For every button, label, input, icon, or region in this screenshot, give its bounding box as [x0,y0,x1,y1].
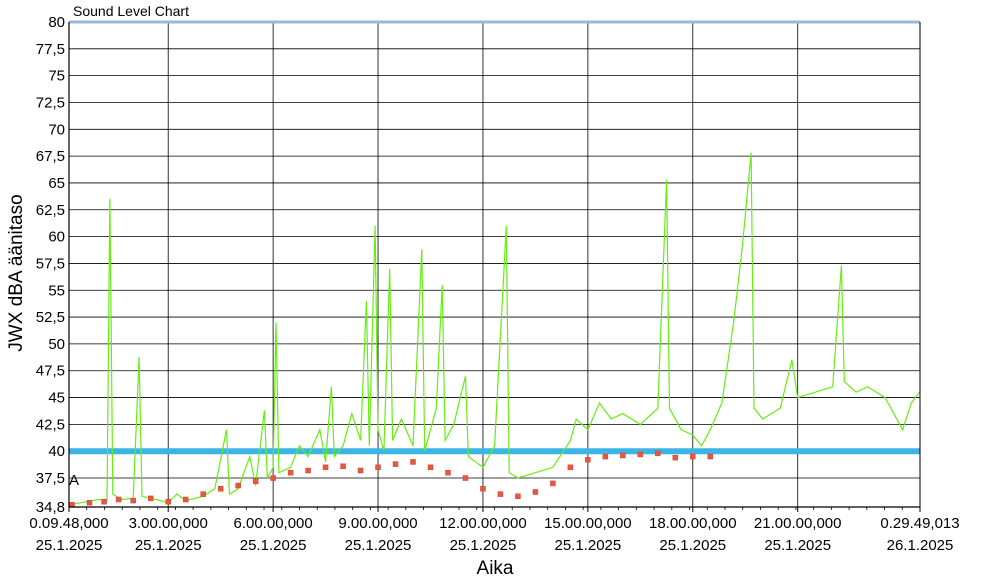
level-marker-point [602,453,609,460]
level-marker-point [252,478,259,484]
x-tick-label: 9.00.00,000 [338,515,417,532]
x-axis-title: Aika [477,558,514,579]
y-tick-label: 65 [48,175,65,192]
level-marker-point [86,499,93,506]
level-marker-point [410,459,416,465]
level-marker-point [165,498,171,505]
level-marker-point [620,452,626,459]
x-tick-label: 21.00.00,000 [754,515,842,532]
x-tick-label: 6.00.00,000 [233,515,312,532]
x-tick-date-label: 26.1.2025 [887,537,954,554]
y-tick-label: 37,5 [36,470,65,487]
level-marker-point [707,453,714,460]
level-marker-point [375,464,381,471]
x-tick-date-label: 25.1.2025 [36,537,103,554]
level-marker-point [445,469,451,476]
x-tick-label: 18.00.00,000 [649,515,737,532]
y-tick-label: 57,5 [36,255,65,272]
x-tick-date-label: 25.1.2025 [764,537,831,554]
x-tick-date-label: 25.1.2025 [555,537,622,554]
y-tick-label: 52,5 [36,309,65,326]
level-marker-point [462,475,469,481]
y-tick-label: 42,5 [36,416,65,433]
y-tick-label: 34,8 [36,499,65,516]
plot-area [69,22,920,507]
level-marker-point [672,454,679,461]
level-marker-point [690,453,696,460]
annotation-label: A [69,472,79,489]
y-tick-label: 40 [48,443,65,460]
y-tick-label: 60 [48,229,65,246]
x-tick-date-label: 25.1.2025 [345,537,412,554]
level-marker-point [147,495,154,502]
y-tick-label: 75 [48,68,65,85]
level-marker-point [515,493,521,500]
level-marker-point [182,496,189,503]
x-tick-date-label: 25.1.2025 [240,537,307,554]
x-tick-label: 0.29.49,013 [880,515,959,532]
level-marker-point [655,450,661,457]
level-marker-point [480,486,486,492]
level-marker-point [305,467,311,474]
level-marker-point [357,467,364,474]
y-tick-label: 62,5 [36,202,65,219]
level-marker-point [340,463,346,469]
chart-title: Sound Level Chart [73,3,189,19]
level-marker-point [235,482,241,489]
x-tick-label: 15.00.00,000 [544,515,632,532]
y-tick-label: 77,5 [36,41,65,58]
sound-level-chart: 34,8 37,5 40 42,5 45 47,5 50 52,5 55 57,5 60 62,5 65… [6,3,960,579]
x-tick-label: 3.00.00,000 [129,515,208,532]
level-marker-point [497,491,504,497]
level-marker-point [532,489,539,495]
y-tick-label: 80 [48,14,65,31]
plot-background [69,22,920,507]
level-marker-point [101,498,107,505]
level-marker-point [585,457,591,463]
level-marker-point [130,497,136,504]
x-tick-label: 12.00.00,000 [439,515,527,532]
y-tick-label: 70 [48,121,65,138]
x-tick-label: 0.09.48,000 [29,515,108,532]
level-marker-point [392,461,399,467]
level-marker-point [217,486,224,492]
level-marker-point [637,451,644,458]
y-tick-label: 47,5 [36,363,65,380]
x-tick-date-label: 25.1.2025 [450,537,517,554]
x-tick-date-label: 25.1.2025 [659,537,726,554]
x-tick-date-label: 25.1.2025 [135,537,202,554]
y-tick-label: 72,5 [36,94,65,111]
level-marker-point [287,469,294,476]
level-marker-point [115,496,122,503]
y-tick-label: 45 [48,390,65,407]
level-marker-point [270,475,276,481]
level-marker-point [200,491,206,497]
y-tick-label: 67,5 [36,148,65,165]
y-tick-label: 55 [48,282,65,299]
y-tick-label: 50 [48,336,65,353]
level-marker-point [567,464,574,471]
y-axis-title: JWX dBA äänitaso [6,194,27,351]
level-marker-point [322,464,329,471]
level-marker-point [550,480,556,487]
level-marker-point [427,464,434,471]
